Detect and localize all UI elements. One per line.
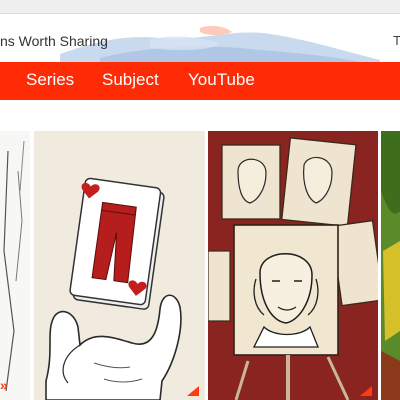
gallery-card-playing-cards[interactable]: [34, 131, 205, 400]
site-header: ns Worth Sharing T: [0, 14, 400, 62]
card-thumbnail: [381, 131, 400, 400]
gallery-card-partial-right[interactable]: [381, 131, 400, 400]
browser-top-strip: [0, 0, 400, 14]
gallery-prev-arrows[interactable]: »: [0, 377, 8, 393]
gallery-card-partial-left[interactable]: [0, 131, 30, 400]
nav-item-subject[interactable]: Subject: [102, 70, 159, 90]
video-gallery: »: [0, 100, 400, 400]
card-corner-icon: [360, 386, 372, 396]
card-corner-icon: [187, 386, 199, 396]
site-tagline: ns Worth Sharing: [0, 33, 108, 49]
header-corner-link[interactable]: T: [393, 33, 400, 48]
nav-item-series[interactable]: Series: [26, 70, 74, 90]
main-nav-bar: Series Subject YouTube: [0, 62, 400, 100]
card-thumbnail: [0, 131, 30, 400]
gallery-card-shakespeare[interactable]: [208, 131, 378, 400]
nav-item-youtube[interactable]: YouTube: [188, 70, 255, 90]
card-thumbnail: [34, 131, 205, 400]
card-thumbnail: [208, 131, 378, 400]
